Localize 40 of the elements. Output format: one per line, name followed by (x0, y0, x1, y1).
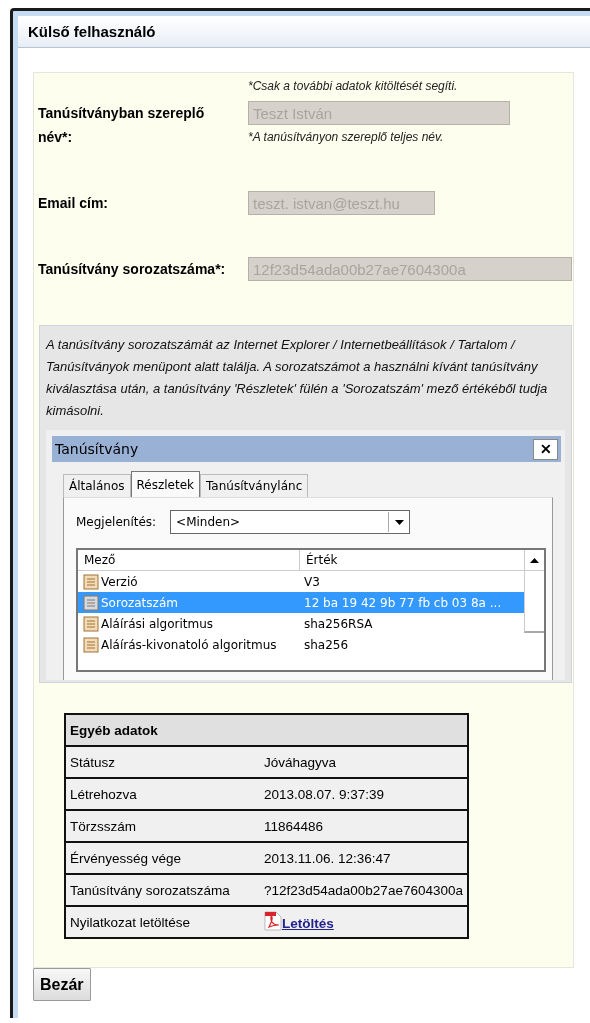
table-cell: Tanúsítvány sorozatszáma (65, 874, 260, 906)
display-label: Megjelenítés: (76, 515, 157, 529)
table-cell: Törzsszám (65, 810, 260, 842)
tab[interactable]: Részletek (130, 471, 200, 497)
hint-text: *A tanúsítványon szereplő teljes név. (248, 130, 445, 144)
list-row[interactable]: Aláírási algoritmus sha256RSA (78, 613, 524, 634)
table-header: Egyéb adatok (65, 714, 468, 746)
hint-text: *Csak a további adatok kitöltését segíti. (248, 79, 458, 95)
dialog-title: Tanúsítvány (55, 441, 139, 457)
window-title: Külső felhasználó (28, 23, 156, 40)
table-cell: Nyilatkozat letöltése (65, 906, 260, 938)
document-icon (83, 636, 99, 653)
document-icon (83, 615, 99, 632)
document-icon (83, 594, 99, 611)
table-cell: ?12f23d54ada00b27ae7604300a (260, 874, 468, 906)
table-cell: Státusz (65, 746, 260, 778)
tab[interactable]: Általános (63, 474, 131, 497)
help-text: A tanúsítvány sorozatszámát az Internet Explorer / Internetbeállítások / Tartalom / Tanúsítványok menüpont alatt találja. A sorozatszámot a használni kívánt tanúsítvány kiválasztása után, a tanúsítvány 'Részletek' fülén a 'Sorozatszám' mező értékéből tudja kimásolni. (46, 336, 549, 420)
close-button[interactable]: ✕ (533, 438, 558, 460)
field-label: Tanúsítvány sorozatszáma*: (38, 260, 227, 279)
close-button[interactable]: Bezár (33, 968, 91, 1001)
tab[interactable]: Tanúsítványlánc (200, 474, 309, 497)
dropdown-arrow-icon (394, 519, 404, 525)
pdf-icon (264, 910, 282, 931)
scroll-up-icon (530, 558, 539, 563)
table-cell: 2013.08.07. 9:37:39 (260, 778, 468, 810)
list-row[interactable]: Aláírás-kivonatoló algoritmus sha256 (78, 634, 524, 655)
table-cell: 11864486 (260, 810, 468, 842)
field-label: Tanúsítványban szereplő név*: (38, 104, 206, 147)
document-icon (83, 573, 99, 590)
table-cell: Érvényesség vége (65, 842, 260, 874)
column-header[interactable]: Mező (78, 550, 300, 570)
field-label: Email cím: (38, 194, 110, 213)
list-row[interactable]: Verzió V3 (78, 571, 524, 592)
table-cell: 2013.11.06. 12:36:47 (260, 842, 468, 874)
display-dropdown[interactable]: <Minden> (170, 510, 411, 534)
table-cell: Jóváhagyva (260, 746, 468, 778)
download-link[interactable]: Letöltés (282, 915, 334, 931)
table-cell: Létrehozva (65, 778, 260, 810)
column-header[interactable]: Érték (300, 550, 524, 570)
